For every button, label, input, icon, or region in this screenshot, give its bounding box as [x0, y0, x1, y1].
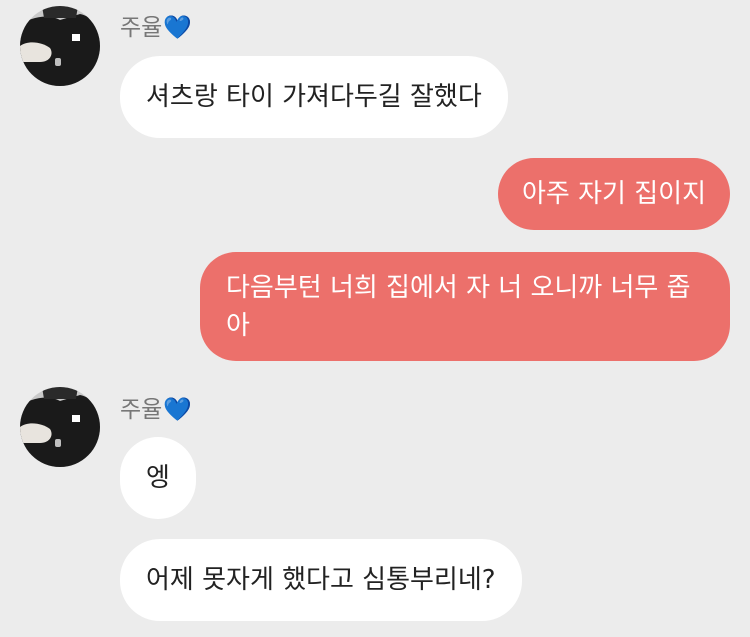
- sender-avatar[interactable]: [20, 6, 100, 86]
- sender-avatar[interactable]: [20, 387, 100, 467]
- blue-heart-icon: 💙: [163, 397, 192, 423]
- profile-photo-icon: [20, 387, 100, 467]
- message-text: 셔츠랑 타이 가져다두길 잘했다: [146, 82, 482, 112]
- sender-name-text: 주율: [120, 397, 163, 423]
- sender-name: 주율💙: [120, 396, 192, 424]
- incoming-message-bubble[interactable]: 어제 못자게 했다고 심통부리네?: [120, 539, 522, 621]
- profile-photo-icon: [20, 6, 100, 86]
- message-text: 어제 못자게 했다고 심통부리네?: [146, 565, 496, 595]
- incoming-message-bubble[interactable]: 셔츠랑 타이 가져다두길 잘했다: [120, 56, 508, 138]
- message-text: 엥: [146, 463, 170, 493]
- outgoing-message-bubble[interactable]: 다음부턴 너희 집에서 자 너 오니까 너무 좁아: [200, 252, 730, 361]
- outgoing-message-bubble[interactable]: 아주 자기 집이지: [498, 158, 730, 230]
- sender-name-text: 주율: [120, 15, 163, 41]
- message-text: 아주 자기 집이지: [522, 179, 706, 209]
- message-text: 다음부턴 너희 집에서 자 너 오니까 너무 좁아: [226, 273, 691, 341]
- sender-name: 주율💙: [120, 14, 192, 42]
- blue-heart-icon: 💙: [163, 15, 192, 41]
- incoming-message-bubble[interactable]: 엥: [120, 437, 196, 519]
